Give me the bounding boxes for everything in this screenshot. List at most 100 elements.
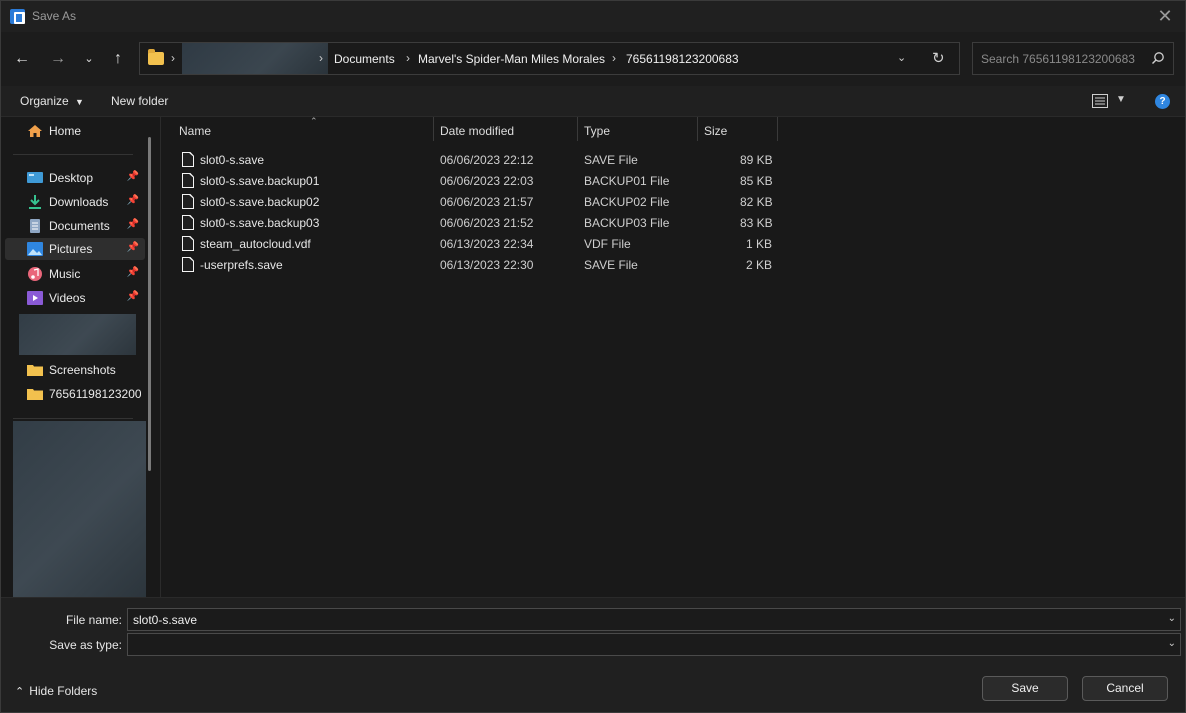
file-row[interactable]: slot0-s.save.backup02 06/06/2023 21:57 B… bbox=[176, 192, 776, 213]
breadcrumb-documents[interactable]: Documents bbox=[334, 52, 395, 66]
chevron-down-icon[interactable]: ⌄ bbox=[897, 51, 906, 64]
file-date: 06/06/2023 22:12 bbox=[440, 153, 534, 167]
file-list: Name ⌃ Date modified Type Size slot0-s.s… bbox=[162, 116, 1185, 597]
file-icon bbox=[182, 257, 194, 272]
refresh-icon[interactable]: ↻ bbox=[932, 49, 945, 67]
app-icon bbox=[10, 9, 25, 24]
breadcrumb-current-folder[interactable]: 76561198123200683 bbox=[626, 52, 739, 66]
close-button[interactable]: ✕ bbox=[1153, 5, 1177, 29]
desktop-icon bbox=[27, 172, 43, 183]
music-icon bbox=[28, 267, 42, 281]
pin-icon[interactable]: 📌 bbox=[127, 291, 139, 302]
sidebar-item-music[interactable]: Music 📌 bbox=[5, 263, 145, 285]
save-as-type-select[interactable]: ⌄ bbox=[127, 633, 1181, 656]
file-icon bbox=[182, 194, 194, 209]
organize-button[interactable]: Organize ▼ bbox=[20, 94, 84, 108]
file-type: BACKUP01 File bbox=[584, 174, 670, 188]
file-date: 06/06/2023 21:57 bbox=[440, 195, 534, 209]
file-row[interactable]: steam_autocloud.vdf 06/13/2023 22:34 VDF… bbox=[176, 234, 776, 255]
forward-button[interactable]: → bbox=[47, 46, 69, 72]
back-button[interactable]: ← bbox=[11, 46, 33, 72]
file-type: VDF File bbox=[584, 237, 631, 251]
chevron-right-icon[interactable]: › bbox=[319, 51, 323, 65]
column-header-type[interactable]: Type bbox=[578, 117, 697, 143]
file-name-label: File name: bbox=[65, 613, 122, 627]
column-header-label: Date modified bbox=[440, 124, 515, 138]
column-header-date[interactable]: Date modified bbox=[434, 117, 577, 143]
pin-icon[interactable]: 📌 bbox=[127, 195, 139, 206]
column-header-name[interactable]: Name ⌃ bbox=[173, 116, 433, 143]
file-name-value: slot0-s.save bbox=[133, 613, 198, 627]
recent-locations-button[interactable]: ⌄ bbox=[78, 46, 100, 72]
file-row[interactable]: -userprefs.save 06/13/2023 22:30 SAVE Fi… bbox=[176, 255, 776, 276]
command-bar: Organize ▼ New folder ▼ ? bbox=[1, 86, 1185, 117]
file-size: 85 KB bbox=[740, 174, 773, 188]
chevron-right-icon[interactable]: › bbox=[612, 51, 616, 65]
file-size: 2 KB bbox=[746, 258, 773, 272]
column-divider[interactable] bbox=[777, 117, 778, 141]
sidebar-item-screenshots[interactable]: Screenshots bbox=[5, 359, 145, 381]
file-type: SAVE File bbox=[584, 258, 638, 272]
downloads-icon bbox=[29, 195, 41, 209]
file-size: 83 KB bbox=[740, 216, 773, 230]
search-input[interactable]: Search 76561198123200683 bbox=[972, 42, 1174, 75]
cancel-button[interactable]: Cancel bbox=[1082, 676, 1168, 701]
sidebar-scrollbar[interactable] bbox=[148, 137, 151, 471]
divider bbox=[13, 418, 133, 419]
up-button[interactable]: ↑ bbox=[107, 46, 129, 72]
folder-icon bbox=[27, 365, 43, 376]
sidebar-item-steam-id-folder[interactable]: 76561198123200683 bbox=[5, 383, 145, 405]
folder-icon bbox=[148, 49, 164, 65]
file-date: 06/13/2023 22:34 bbox=[440, 237, 534, 251]
chevron-right-icon[interactable]: › bbox=[171, 51, 175, 65]
caret-down-icon[interactable]: ▼ bbox=[1116, 94, 1126, 105]
chevron-down-icon[interactable]: ⌄ bbox=[1168, 638, 1176, 649]
address-bar[interactable]: › › Documents › Marvel's Spider-Man Mile… bbox=[139, 42, 960, 75]
sidebar-item-home[interactable]: Home bbox=[5, 120, 145, 142]
documents-icon bbox=[30, 219, 40, 233]
pictures-icon bbox=[27, 242, 43, 256]
file-row[interactable]: slot0-s.save 06/06/2023 22:12 SAVE File … bbox=[176, 150, 776, 171]
sidebar-item-label: Screenshots bbox=[49, 363, 116, 377]
file-name: slot0-s.save bbox=[200, 153, 265, 167]
file-date: 06/06/2023 21:52 bbox=[440, 216, 534, 230]
pin-icon[interactable]: 📌 bbox=[127, 242, 139, 253]
help-icon[interactable]: ? bbox=[1155, 94, 1170, 109]
sidebar-item-label: Home bbox=[49, 124, 82, 138]
file-name: -userprefs.save bbox=[200, 258, 283, 272]
file-size: 1 KB bbox=[746, 237, 773, 251]
search-icon[interactable] bbox=[1151, 51, 1165, 65]
chevron-right-icon[interactable]: › bbox=[406, 51, 410, 65]
sidebar-item-documents[interactable]: Documents 📌 bbox=[5, 215, 145, 237]
sort-ascending-icon: ⌃ bbox=[310, 116, 318, 126]
view-list-icon[interactable] bbox=[1092, 94, 1108, 108]
sidebar-item-pictures[interactable]: Pictures 📌 bbox=[5, 238, 145, 260]
file-size: 82 KB bbox=[740, 195, 773, 209]
hide-folders-button[interactable]: ⌃ Hide Folders bbox=[15, 684, 97, 698]
pin-icon[interactable]: 📌 bbox=[127, 219, 139, 230]
sidebar-item-videos[interactable]: Videos 📌 bbox=[5, 287, 145, 309]
file-type: BACKUP03 File bbox=[584, 216, 670, 230]
file-type: SAVE File bbox=[584, 153, 638, 167]
chevron-down-icon[interactable]: ⌄ bbox=[1168, 613, 1176, 624]
pin-icon[interactable]: 📌 bbox=[127, 267, 139, 278]
file-date: 06/06/2023 22:03 bbox=[440, 174, 534, 188]
file-name-field[interactable]: slot0-s.save ⌄ bbox=[127, 608, 1181, 631]
file-icon bbox=[182, 236, 194, 251]
title-bar: Save As ✕ bbox=[1, 1, 1185, 32]
sidebar-item-downloads[interactable]: Downloads 📌 bbox=[5, 191, 145, 213]
new-folder-button[interactable]: New folder bbox=[111, 94, 168, 108]
file-row[interactable]: slot0-s.save.backup01 06/06/2023 22:03 B… bbox=[176, 171, 776, 192]
pin-icon[interactable]: 📌 bbox=[127, 171, 139, 182]
file-row[interactable]: slot0-s.save.backup03 06/06/2023 21:52 B… bbox=[176, 213, 776, 234]
column-header-size[interactable]: Size bbox=[698, 117, 777, 143]
search-placeholder: Search 76561198123200683 bbox=[981, 52, 1135, 66]
sidebar-item-desktop[interactable]: Desktop 📌 bbox=[5, 167, 145, 189]
breadcrumb-game-folder[interactable]: Marvel's Spider-Man Miles Morales bbox=[418, 52, 605, 66]
save-button[interactable]: Save bbox=[982, 676, 1068, 701]
file-name: slot0-s.save.backup01 bbox=[200, 174, 320, 188]
column-header-label: Size bbox=[704, 124, 728, 138]
divider bbox=[13, 154, 133, 155]
folder-icon bbox=[27, 389, 43, 400]
redacted-sidebar-section bbox=[13, 421, 146, 597]
